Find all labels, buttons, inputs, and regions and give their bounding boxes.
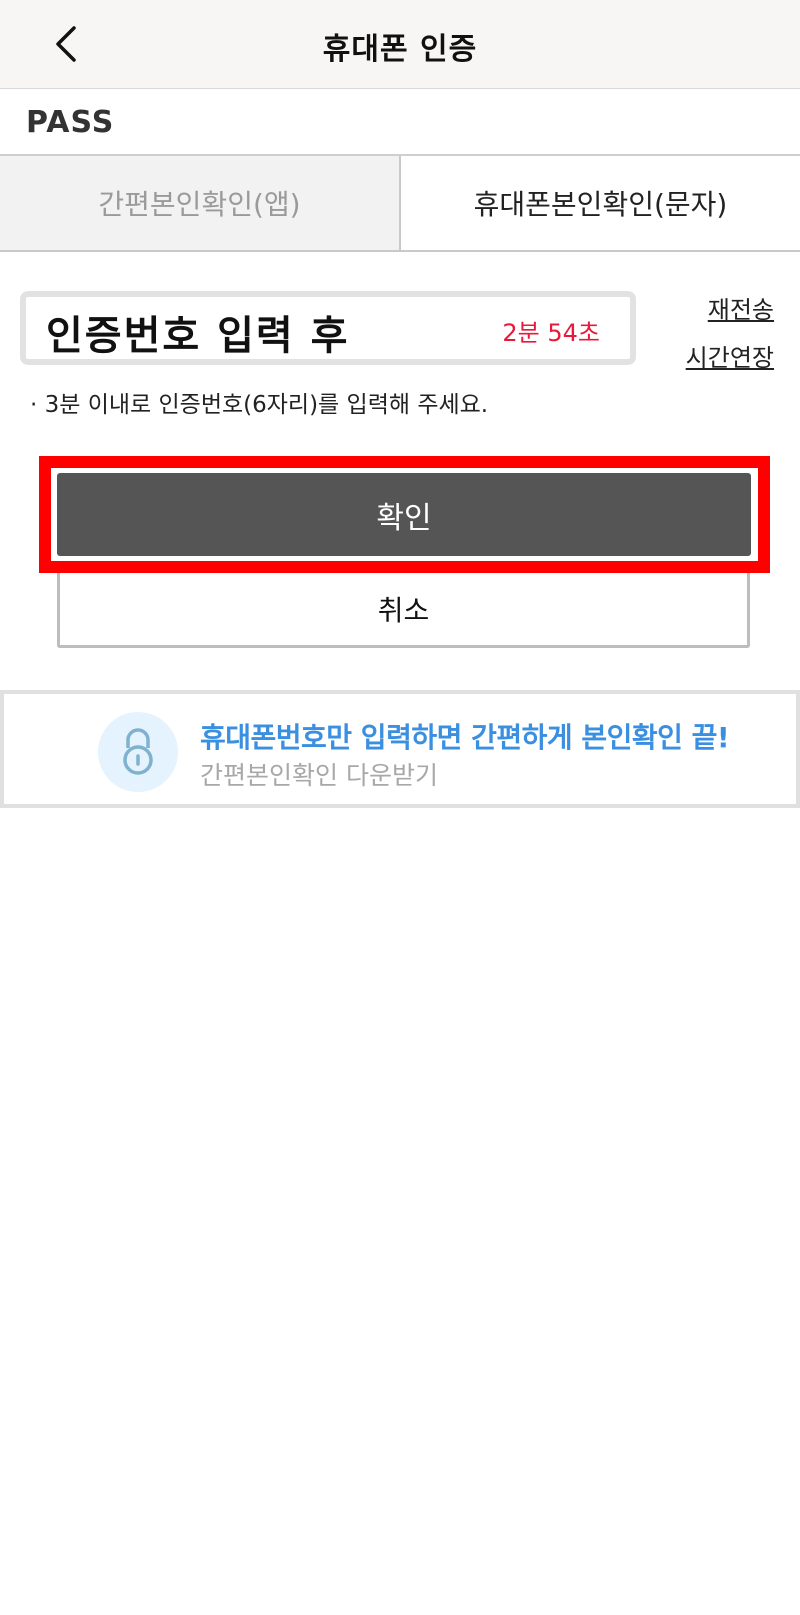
lock-icon xyxy=(98,712,178,792)
resend-link[interactable]: 재전송 xyxy=(708,290,774,325)
input-notice: · 3분 이내로 인증번호(6자리)를 입력해 주세요. xyxy=(30,392,489,418)
banner-subtitle: 간편본인확인 다운받기 xyxy=(200,761,438,790)
tab-sms-verification[interactable]: 휴대폰본인확인(문자) xyxy=(401,156,800,250)
confirm-button[interactable]: 확인 xyxy=(57,473,751,556)
cancel-button[interactable]: 취소 xyxy=(57,573,750,648)
app-header: 휴대폰 인증 xyxy=(0,0,800,89)
verification-code-input[interactable]: 인증번호 입력 후 2분 54초 xyxy=(20,291,636,365)
extend-time-link[interactable]: 시간연장 xyxy=(686,338,774,373)
page-title: 휴대폰 인증 xyxy=(322,32,478,67)
banner-title: 휴대폰번호만 입력하면 간편하게 본인확인 끝! xyxy=(200,721,730,754)
pass-app-banner[interactable]: 휴대폰번호만 입력하면 간편하게 본인확인 끝! 간편본인확인 다운받기 xyxy=(0,690,800,808)
pass-logo: PASS xyxy=(26,105,115,140)
brand-row: PASS xyxy=(0,89,800,156)
code-placeholder: 인증번호 입력 후 xyxy=(46,313,350,359)
countdown-timer: 2분 54초 xyxy=(502,319,600,347)
tab-app-verification[interactable]: 간편본인확인(앱) xyxy=(0,156,401,250)
verification-method-tabs: 간편본인확인(앱) 휴대폰본인확인(문자) xyxy=(0,156,800,252)
